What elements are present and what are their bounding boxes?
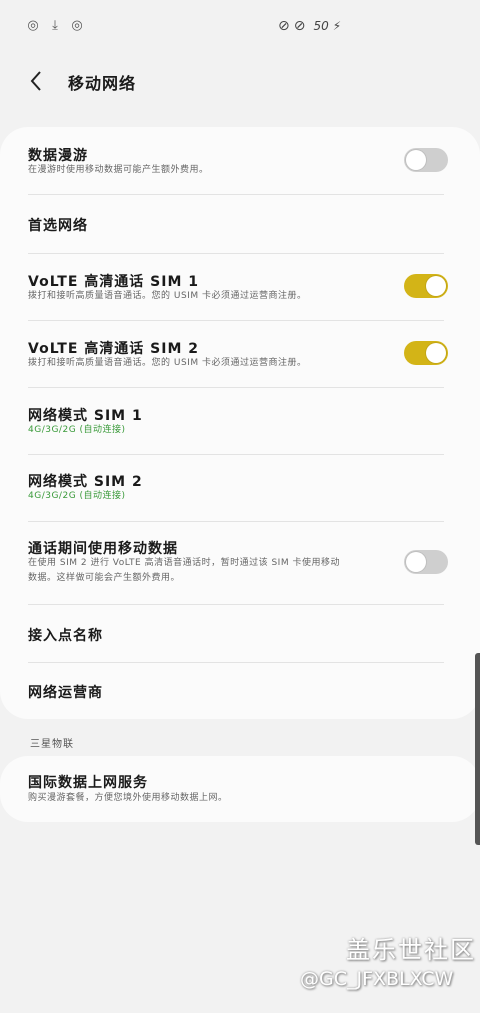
data-roaming-toggle[interactable] [404,148,448,172]
network-operators-title: 网络运营商 [28,685,103,701]
status-right-icons: ⊘ ⊘ 50 ⚡ [278,18,341,34]
network-mode-sim2-row[interactable]: 网络模式 SIM 2 4G/3G/2G (自动连接) [0,455,480,521]
mute-icon: ⊘ [293,18,306,34]
weibo-icon: ◎ [27,18,39,33]
global-data-subtitle: 购买漫游套餐，方便您境外使用移动数据上网。 [28,793,228,803]
volte-sim2-title: VoLTE 高清通话 SIM 2 [28,341,199,357]
battery-level: 50 [313,19,329,33]
app-bar: 移动网络 [0,56,480,106]
network-mode-sim2-title: 网络模式 SIM 2 [28,474,143,490]
volte-sim1-title: VoLTE 高清通话 SIM 1 [28,274,199,290]
network-mode-sim1-title: 网络模式 SIM 1 [28,408,143,424]
global-data-title: 国际数据上网服务 [28,775,148,791]
call-data-title: 通话期间使用移动数据 [28,541,178,557]
global-data-row[interactable]: 国际数据上网服务 购买漫游套餐，方便您境外使用移动数据上网。 [0,756,480,822]
toggle-knob [406,150,426,170]
apn-row[interactable]: 接入点名称 [0,605,480,662]
toggle-knob [406,552,426,572]
scrollbar[interactable] [475,653,480,845]
page-title: 移动网络 [68,74,137,93]
status-left-icons: ◎ ⤓ ◎ [26,18,84,33]
download-icon: ⤓ [52,18,58,33]
call-data-subtitle-line1: 在使用 SIM 2 进行 VoLTE 高清语音通话时，暂时通过该 SIM 卡使用… [28,558,340,568]
back-arrow-icon [30,71,41,91]
call-data-row[interactable]: 通话期间使用移动数据 在使用 SIM 2 进行 VoLTE 高清语音通话时，暂时… [0,522,480,604]
settings-card: 数据漫游 在漫游时使用移动数据可能产生额外费用。 首选网络 VoLTE 高清通话… [0,127,480,719]
data-roaming-row[interactable]: 数据漫游 在漫游时使用移动数据可能产生额外费用。 [0,127,480,195]
apn-title: 接入点名称 [28,628,103,644]
weibo-icon: ◎ [71,18,83,33]
watermark-community: 盖乐世社区 [346,936,476,964]
preferred-network-row[interactable]: 首选网络 [0,195,480,253]
volte-sim1-toggle[interactable] [404,274,448,298]
volte-sim2-subtitle: 拨打和接听高质量语音通话。您的 USIM 卡必须通过运营商注册。 [28,358,307,368]
do-not-disturb-icon: ⊘ [278,18,290,34]
network-mode-sim1-value: 4G/3G/2G (自动连接) [28,425,126,435]
call-data-toggle[interactable] [404,550,448,574]
call-data-subtitle-line2: 数据。这样做可能会产生额外费用。 [28,573,181,583]
network-operators-row[interactable]: 网络运营商 [0,663,480,719]
volte-sim2-toggle[interactable] [404,341,448,365]
global-data-card: 国际数据上网服务 购买漫游套餐，方便您境外使用移动数据上网。 [0,756,480,822]
back-button[interactable] [22,66,52,96]
data-roaming-title: 数据漫游 [28,148,88,164]
volte-sim1-subtitle: 拨打和接听高质量语音通话。您的 USIM 卡必须通过运营商注册。 [28,291,307,301]
volte-sim1-row[interactable]: VoLTE 高清通话 SIM 1 拨打和接听高质量语音通话。您的 USIM 卡必… [0,254,480,320]
section-header: 三星物联 [30,739,74,750]
watermark-handle: @GC_JFXBLXCW [300,968,454,990]
preferred-network-title: 首选网络 [28,218,88,234]
charging-icon: ⚡ [332,19,342,33]
data-roaming-subtitle: 在漫游时使用移动数据可能产生额外费用。 [28,165,209,175]
status-bar: ◎ ⤓ ◎ ⊘ ⊘ 50 ⚡ [0,0,480,56]
volte-sim2-row[interactable]: VoLTE 高清通话 SIM 2 拨打和接听高质量语音通话。您的 USIM 卡必… [0,321,480,387]
toggle-knob [426,276,446,296]
network-mode-sim1-row[interactable]: 网络模式 SIM 1 4G/3G/2G (自动连接) [0,388,480,454]
network-mode-sim2-value: 4G/3G/2G (自动连接) [28,491,126,501]
toggle-knob [426,343,446,363]
